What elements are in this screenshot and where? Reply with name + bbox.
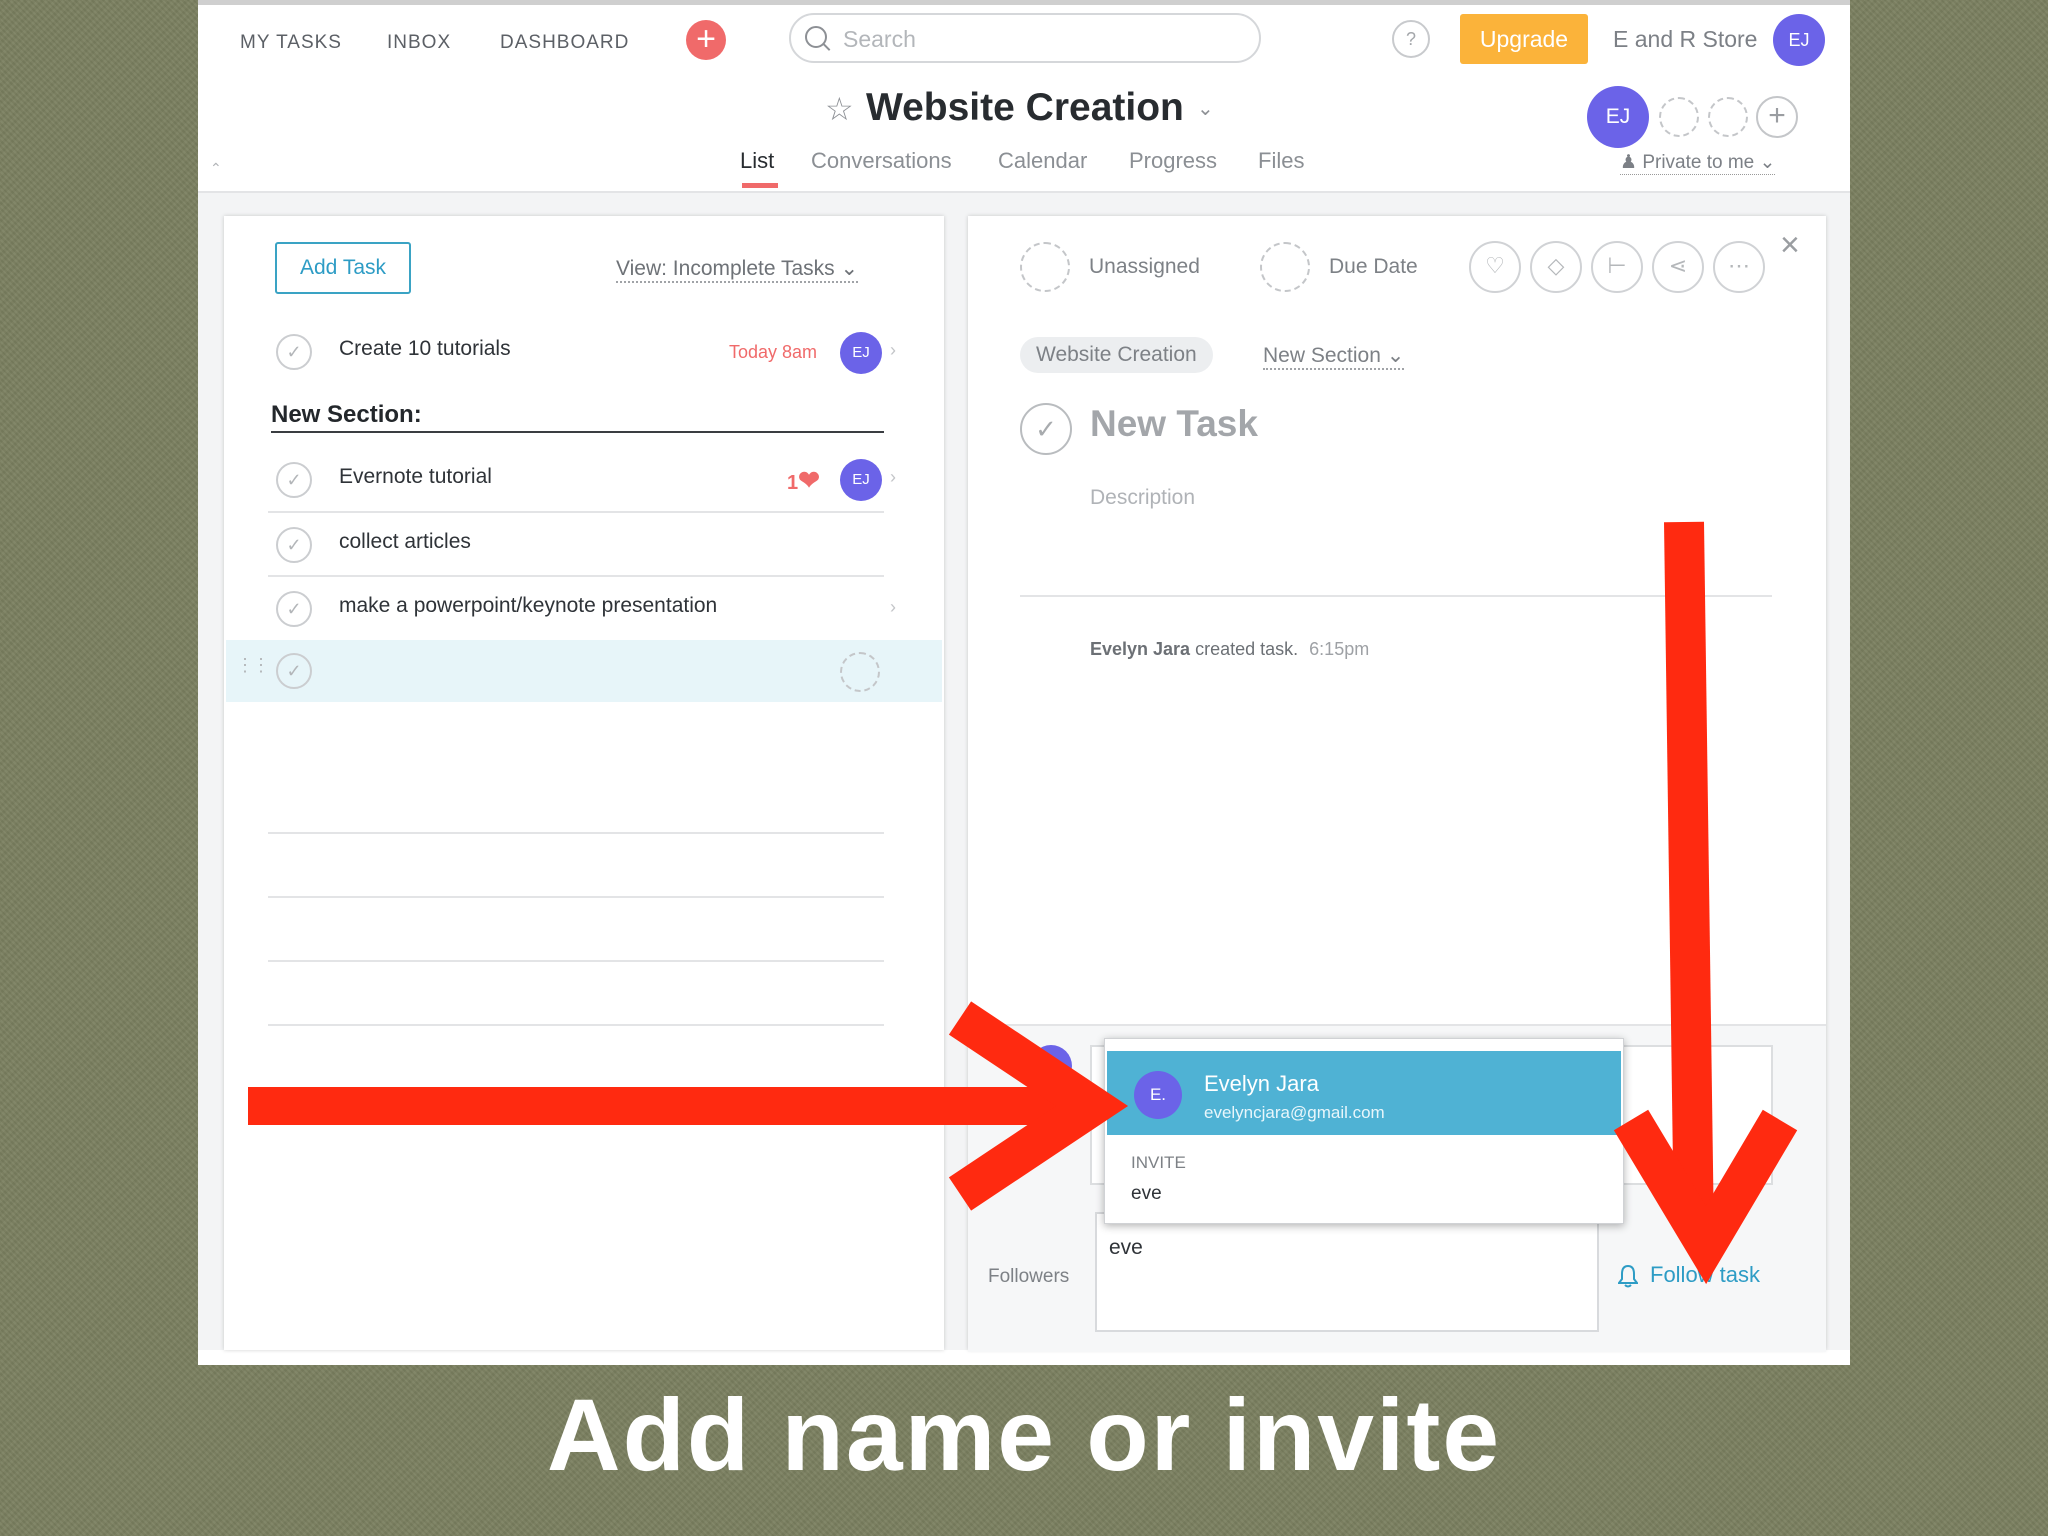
arrow-right-annotation	[248, 1001, 1129, 1211]
arrow-down-annotation	[1613, 521, 1798, 1285]
annotation-arrows	[248, 521, 1798, 1285]
slide-caption: Add name or invite	[546, 1378, 1502, 1492]
